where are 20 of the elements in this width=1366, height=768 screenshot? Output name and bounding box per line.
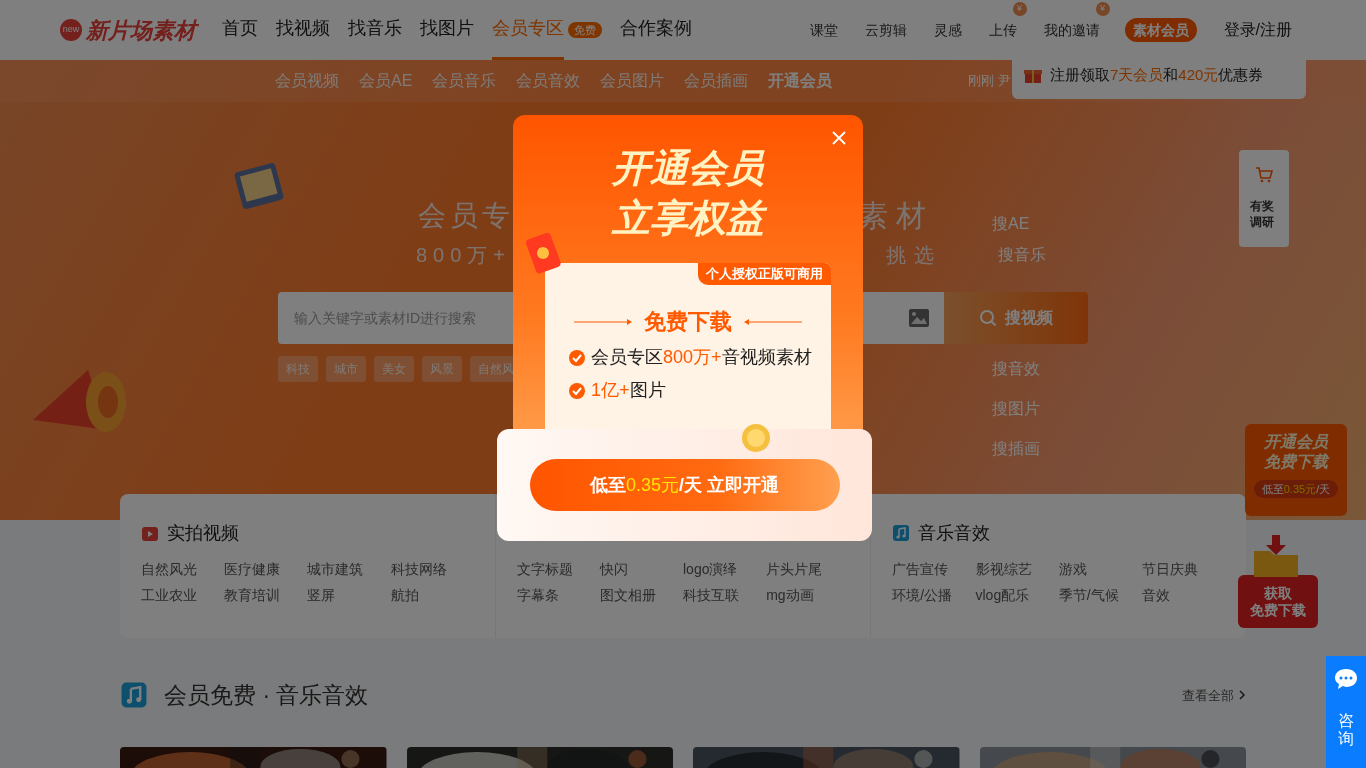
ticker-text: 刚刚 尹: [968, 72, 1011, 91]
coin-badge: ¥: [1012, 2, 1027, 16]
coin-badge: ¥: [1095, 2, 1110, 16]
hero-subtitle: 挑选: [886, 243, 942, 268]
download-promo-label: 获取 免费下载: [1250, 584, 1306, 619]
survey-label: 有奖调研: [1250, 198, 1275, 230]
benefit-text: 会员专区800万+音视频素材: [591, 346, 812, 369]
consult-label: 咨询: [1338, 712, 1354, 748]
benefit-text: 1亿+图片: [591, 379, 666, 402]
license-ribbon: 个人授权正版可商用: [698, 263, 831, 285]
tooltip-text: 注册领取7天会员和420元优惠券: [1050, 64, 1264, 85]
category-title: 音乐音效: [918, 521, 991, 545]
section-title: 会员免费 · 音乐音效: [164, 681, 369, 710]
category-title: 实拍视频: [167, 521, 239, 545]
free-download-heading: 免费下载: [644, 308, 732, 336]
free-badge: 免费: [568, 22, 602, 38]
promo-title: 开通会员 免费下载: [1264, 432, 1328, 472]
promo-price: 低至0.35元/天: [1253, 480, 1339, 498]
hero-headline: 会员专: [418, 198, 514, 233]
hero-subtitle: 800万+: [416, 243, 513, 268]
